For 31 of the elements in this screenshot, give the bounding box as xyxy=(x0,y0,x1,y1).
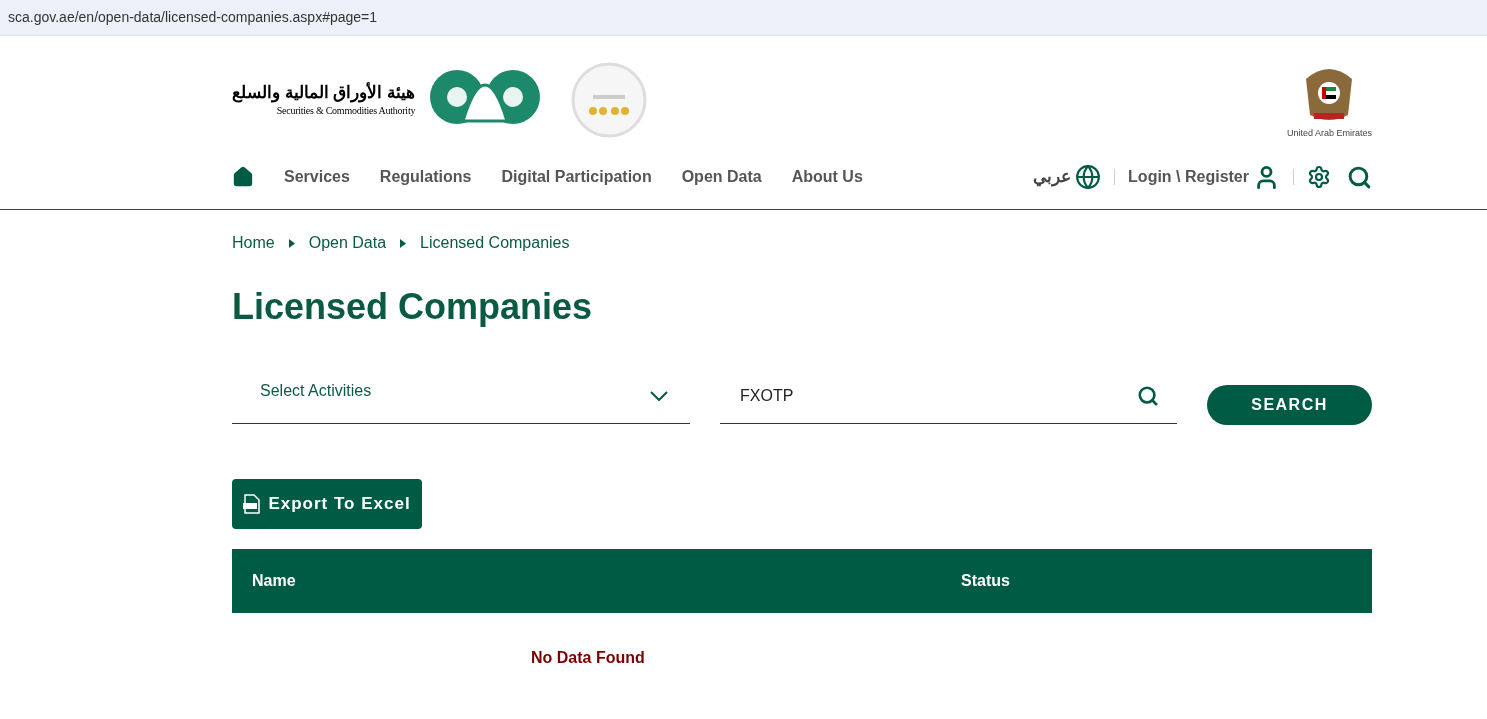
globe-icon[interactable] xyxy=(1075,164,1102,190)
export-button[interactable]: Export To Excel xyxy=(232,479,422,530)
breadcrumb-link[interactable]: Home xyxy=(232,231,275,255)
activities-dropdown[interactable]: Select Activities xyxy=(232,368,690,425)
xls-file-icon xyxy=(243,494,261,515)
nav-link[interactable]: Digital Participation xyxy=(501,165,652,189)
logo-arabic-text: هيئة الأوراق المالية والسلع xyxy=(232,81,416,104)
search-icon xyxy=(1137,385,1159,408)
nav-link[interactable]: Services xyxy=(284,165,350,189)
nav-link[interactable]: Open Data xyxy=(681,165,762,189)
settings-icon[interactable] xyxy=(1307,165,1331,189)
language-link[interactable]: عربي xyxy=(1033,164,1072,190)
login-link[interactable]: Login \ Register xyxy=(1128,165,1249,189)
breadcrumb-link[interactable]: Licensed Companies xyxy=(420,231,570,255)
column-header: Name xyxy=(252,571,297,592)
search-field[interactable]: FXOTP xyxy=(720,368,1177,425)
empty-message: No Data Found xyxy=(531,648,645,669)
address-bar: sca.gov.ae/en/open-data/licensed-companies.aspx#page=1 xyxy=(0,0,1487,36)
breadcrumb-link[interactable]: Open Data xyxy=(308,231,387,255)
nav-link[interactable]: About Us xyxy=(791,165,863,189)
logo-english-text: Securities & Commodities Authority xyxy=(276,104,416,119)
nav-link[interactable]: Regulations xyxy=(379,165,472,189)
home-icon[interactable] xyxy=(232,166,254,188)
column-header: Status xyxy=(961,571,1010,592)
emblem-caption: United Arab Emirates xyxy=(1286,127,1372,141)
search-button[interactable]: SEARCH xyxy=(1207,384,1372,425)
chevron-down-icon xyxy=(650,390,668,401)
page-title: Licensed Companies xyxy=(232,285,594,329)
caret-right-icon xyxy=(400,238,407,248)
search-icon[interactable] xyxy=(1347,164,1372,190)
caret-right-icon xyxy=(288,238,295,248)
